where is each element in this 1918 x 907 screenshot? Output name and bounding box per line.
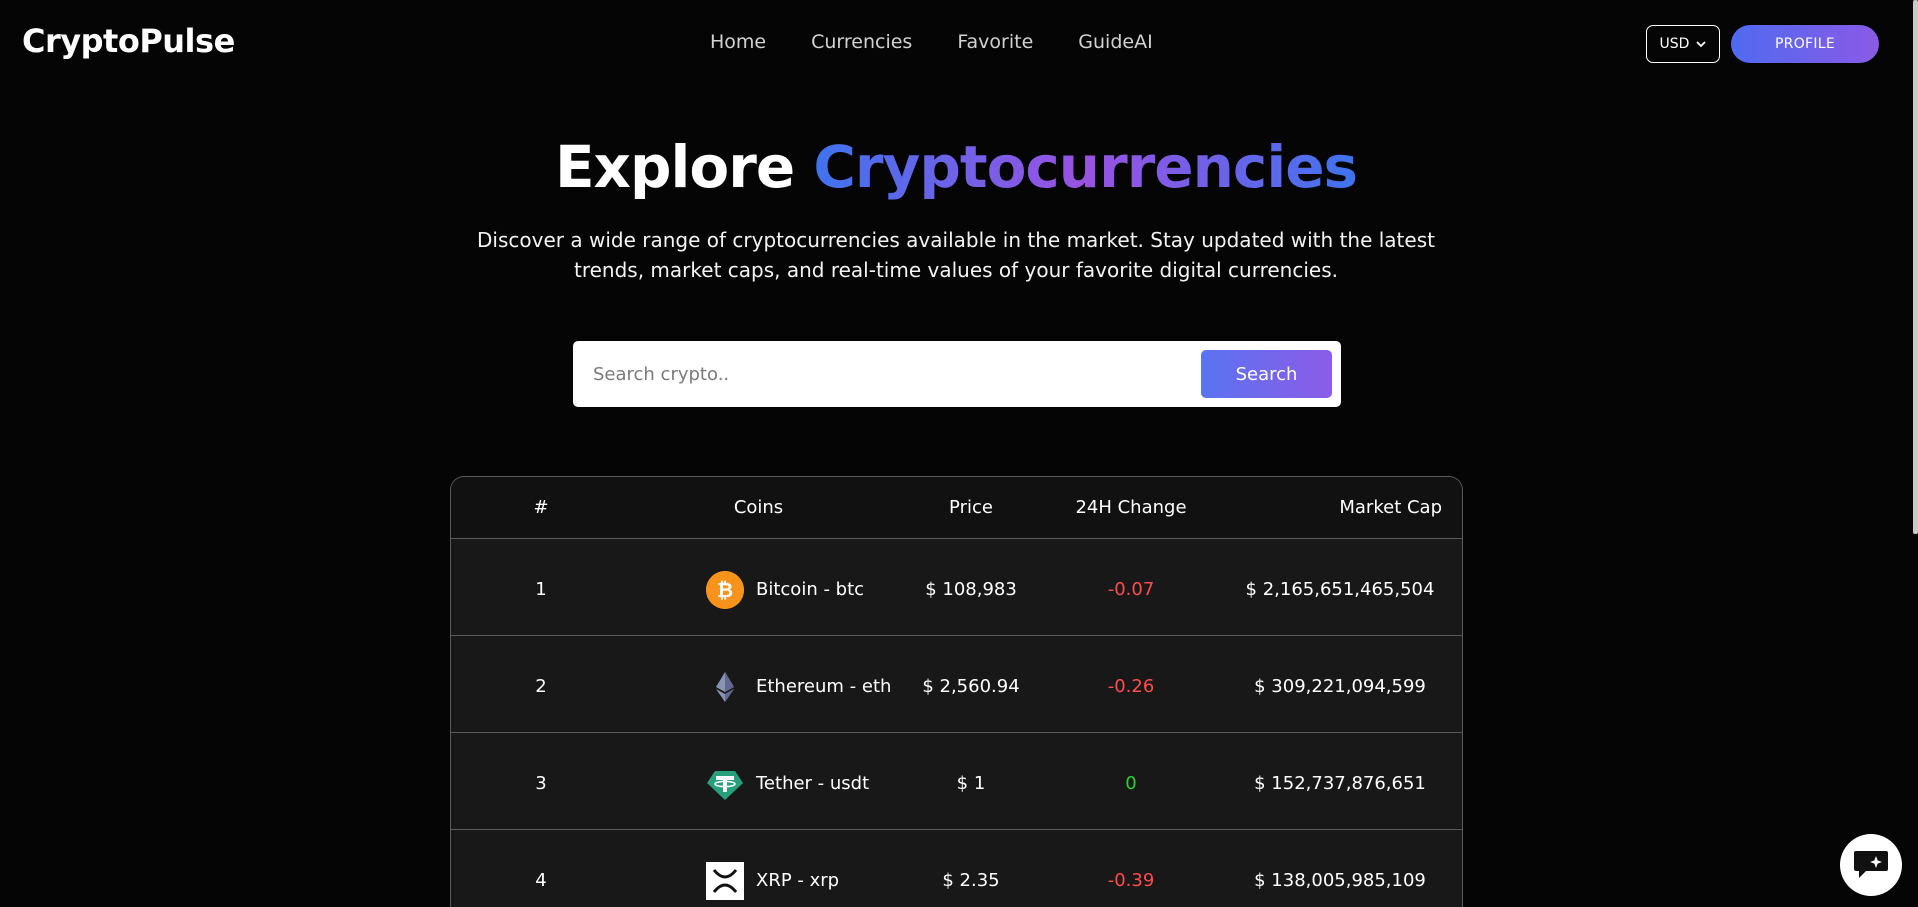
scrollbar-thumb[interactable] — [1913, 0, 1918, 534]
coin-name: Bitcoin - btc — [756, 579, 865, 600]
table-header: # Coins Price 24H Change Market Cap — [451, 477, 1462, 539]
title-plain: Explore — [554, 133, 795, 201]
tether-icon — [706, 765, 744, 803]
row-market-cap: $ 2,165,651,465,504 — [1245, 579, 1435, 600]
logo[interactable]: CryptoPulse — [22, 22, 235, 60]
row-change: -0.07 — [1107, 579, 1155, 600]
row-coin: Tether - usdt — [621, 765, 896, 803]
crypto-table: # Coins Price 24H Change Market Cap 1 ₿ … — [450, 476, 1463, 907]
chat-sparkle-icon — [1854, 851, 1888, 878]
page: CryptoPulse Home Currencies Favorite Gui… — [0, 0, 1918, 907]
row-price: $ 108,983 — [925, 579, 1017, 600]
hero-description: Discover a wide range of cryptocurrencie… — [477, 228, 1435, 282]
table-row[interactable]: 1 ₿ Bitcoin - btc $ 108,983 -0.07 $ 2,16… — [451, 539, 1462, 636]
row-coin: ₿ Bitcoin - btc — [621, 570, 896, 609]
nav-favorite[interactable]: Favorite — [957, 31, 1033, 53]
nav-currencies[interactable]: Currencies — [811, 31, 912, 53]
table-row[interactable]: 3 Tether - usdt $ 1 0 $ 152,737,876,651 — [451, 733, 1462, 830]
row-change: -0.26 — [1107, 676, 1155, 697]
row-change: -0.39 — [1107, 870, 1155, 891]
xrp-icon — [706, 861, 744, 900]
coin-name: XRP - xrp — [756, 870, 840, 891]
row-market-cap: $ 152,737,876,651 — [1254, 773, 1426, 794]
search-button[interactable]: Search — [1201, 350, 1332, 398]
chevron-down-icon — [1696, 40, 1707, 47]
profile-button[interactable]: PROFILE — [1731, 25, 1879, 63]
search-input[interactable] — [593, 354, 1163, 394]
title-accent: Cryptocurrencies — [813, 133, 1358, 201]
nav-guideai[interactable]: GuideAI — [1078, 31, 1152, 53]
row-rank: 2 — [535, 676, 547, 697]
search-bar: Search — [573, 341, 1341, 407]
chat-button[interactable] — [1840, 834, 1902, 896]
currency-select-value: USD — [1659, 36, 1690, 52]
currency-select[interactable]: USD — [1646, 25, 1720, 63]
row-coin: Ethereum - eth — [621, 668, 896, 706]
header-rank: # — [533, 497, 549, 518]
header-price: Price — [949, 497, 993, 518]
row-market-cap: $ 309,221,094,599 — [1254, 676, 1426, 697]
row-price: $ 2,560.94 — [922, 676, 1020, 697]
row-coin: XRP - xrp — [621, 861, 896, 900]
table-row[interactable]: 4 XRP - xrp $ 2.35 -0.39 $ 138,005,985,1… — [451, 830, 1462, 907]
header-change: 24H Change — [1075, 497, 1187, 518]
bitcoin-icon: ₿ — [706, 570, 744, 609]
row-change: 0 — [1125, 773, 1137, 794]
table-row[interactable]: 2 Ethereum - eth $ 2,560.94 -0.26 $ 309,… — [451, 636, 1462, 733]
svg-text:₿: ₿ — [717, 578, 733, 602]
row-market-cap: $ 138,005,985,109 — [1254, 870, 1426, 891]
row-rank: 1 — [535, 579, 547, 600]
header-coins: Coins — [733, 497, 784, 518]
page-title: Explore Cryptocurrencies — [0, 133, 1912, 201]
coin-name: Ethereum - eth — [756, 676, 892, 697]
nav-home[interactable]: Home — [710, 31, 766, 53]
coin-name: Tether - usdt — [756, 773, 870, 794]
row-price: $ 2.35 — [942, 870, 1000, 891]
ethereum-icon — [706, 668, 744, 706]
main-nav: Home Currencies Favorite GuideAI — [710, 31, 1153, 53]
header-market-cap: Market Cap — [1339, 497, 1442, 518]
row-price: $ 1 — [956, 773, 986, 794]
row-rank: 4 — [535, 870, 547, 891]
row-rank: 3 — [535, 773, 547, 794]
